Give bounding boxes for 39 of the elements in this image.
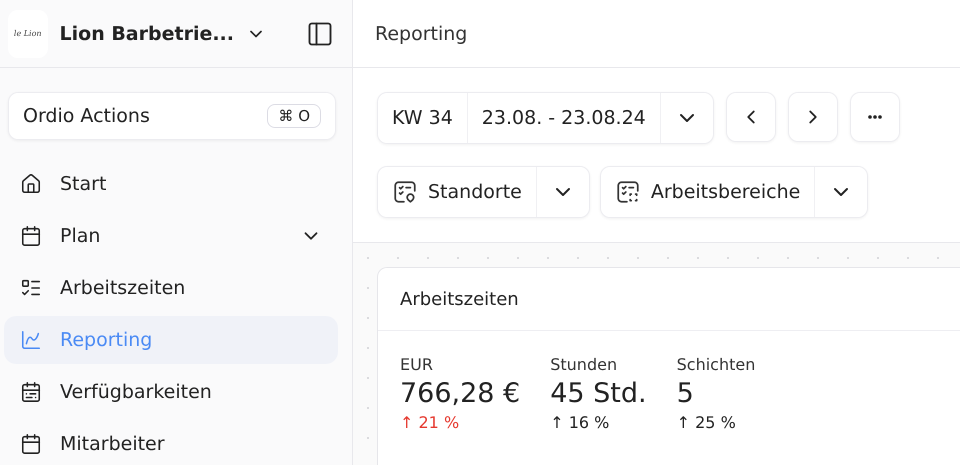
stat-trend: ↑ 21 %: [400, 413, 460, 432]
sidebar-item[interactable]: Mitarbeiter: [4, 420, 338, 465]
stat-trend: ↑ 16 %: [550, 413, 610, 432]
calendar-icon: [20, 225, 42, 247]
shortcut-key: ⌘ O: [267, 104, 321, 128]
sidebar-item[interactable]: Verfügbarkeiten: [4, 368, 338, 416]
date-range[interactable]: 23.08. - 23.08.24: [466, 93, 660, 143]
checklist-pin-icon: [392, 179, 418, 205]
chart-icon: [20, 329, 42, 351]
stat-value: 5: [676, 378, 695, 409]
more-button[interactable]: [850, 92, 900, 142]
filter-dropdown[interactable]: Arbeitsbereiche: [600, 166, 868, 218]
logo: le Lion: [8, 10, 48, 58]
stat-value: 766,28 €: [400, 378, 520, 409]
week-label[interactable]: KW 34: [378, 93, 467, 143]
calendar-icon: [20, 433, 42, 455]
sidebar-item[interactable]: Plan: [4, 212, 338, 260]
more-icon: [868, 115, 882, 119]
next-button[interactable]: [788, 92, 838, 142]
filter-button[interactable]: Arbeitsbereiche: [600, 167, 814, 217]
stat-label: Schichten: [676, 355, 756, 374]
checklist-area-icon: [614, 179, 641, 205]
sidebar-item[interactable]: Arbeitszeiten: [4, 264, 338, 312]
filter-button[interactable]: Standorte: [378, 167, 536, 217]
stat-label: Stunden: [550, 355, 618, 374]
stat-value: 45 Std.: [550, 378, 647, 409]
card-title: Arbeitszeiten: [400, 288, 519, 310]
previous-button[interactable]: [726, 92, 776, 142]
week-picker[interactable]: KW 34 23.08. - 23.08.24: [377, 92, 714, 144]
stat-trend: ↑ 25 %: [676, 413, 737, 432]
sidebar-item[interactable]: Start: [4, 160, 338, 208]
calendar-icon: [20, 381, 42, 403]
home-icon: [20, 173, 42, 195]
stat-label: EUR: [400, 355, 434, 374]
page-title: Reporting: [375, 22, 468, 44]
filter-dropdown[interactable]: Standorte: [377, 166, 590, 218]
actions-button[interactable]: Ordio Actions ⌘ O: [8, 92, 336, 140]
sidebar-toggle-icon[interactable]: [306, 20, 334, 48]
company-name: Lion Barbetrie...: [60, 22, 234, 44]
